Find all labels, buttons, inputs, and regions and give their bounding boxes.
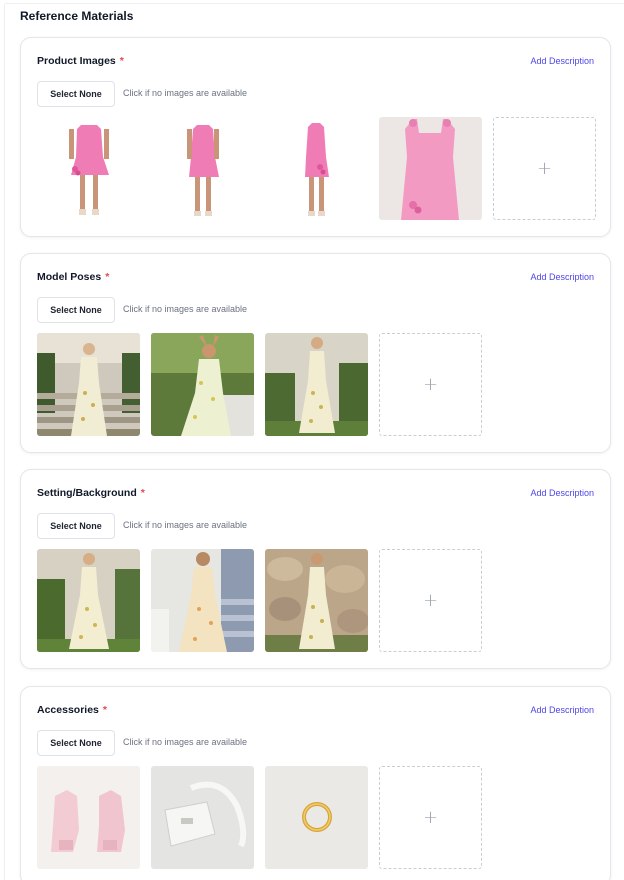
- image-thumbnail-pink-dress-front[interactable]: [37, 117, 140, 220]
- reference-materials-panel: Reference Materials Product Images * Add …: [0, 0, 624, 880]
- plus-icon: +: [422, 807, 439, 828]
- section-setting-background: Setting/Background * Add Description Sele…: [20, 469, 611, 669]
- left-divider: [4, 4, 5, 880]
- image-list: +: [37, 766, 482, 869]
- section-accessories: Accessories * Add Description Select None…: [20, 686, 611, 880]
- required-marker: *: [119, 55, 124, 67]
- image-list: +: [37, 117, 596, 220]
- required-marker: *: [140, 487, 145, 499]
- no-images-hint: Click if no images are available: [123, 304, 248, 314]
- image-thumbnail-pink-dress-back[interactable]: [265, 117, 368, 220]
- add-image-button[interactable]: +: [379, 549, 482, 652]
- section-title: Model Poses *: [37, 271, 109, 283]
- add-image-button[interactable]: +: [379, 766, 482, 869]
- plus-icon: +: [422, 590, 439, 611]
- image-list: +: [37, 549, 482, 652]
- image-thumbnail-pink-dress-side[interactable]: [151, 117, 254, 220]
- add-description-link[interactable]: Add Description: [530, 488, 594, 498]
- add-description-link[interactable]: Add Description: [530, 56, 594, 66]
- section-title-text: Accessories: [37, 704, 99, 716]
- add-image-button[interactable]: +: [493, 117, 596, 220]
- page-title: Reference Materials: [20, 9, 134, 23]
- no-images-hint: Click if no images are available: [123, 520, 248, 530]
- image-thumbnail-floral-dress-garden[interactable]: [265, 333, 368, 436]
- top-divider: [5, 3, 624, 4]
- add-image-button[interactable]: +: [379, 333, 482, 436]
- section-title: Setting/Background *: [37, 487, 145, 499]
- image-thumbnail-white-shoulder-bag[interactable]: [151, 766, 254, 869]
- required-marker: *: [105, 271, 110, 283]
- image-thumbnail-floral-dress-stone-wall[interactable]: [265, 549, 368, 652]
- image-thumbnail-pink-heeled-sandals[interactable]: [37, 766, 140, 869]
- section-product-images: Product Images * Add Description Select N…: [20, 37, 611, 237]
- section-title-text: Setting/Background: [37, 487, 137, 499]
- select-none-button[interactable]: Select None: [37, 297, 115, 323]
- image-thumbnail-floral-dress-garden-steps[interactable]: [37, 549, 140, 652]
- section-title-text: Product Images: [37, 55, 116, 67]
- no-images-hint: Click if no images are available: [123, 737, 248, 747]
- section-title-text: Model Poses: [37, 271, 102, 283]
- image-thumbnail-floral-dress-back-stairs[interactable]: [37, 333, 140, 436]
- image-thumbnail-floral-dress-porch[interactable]: [151, 549, 254, 652]
- no-images-hint: Click if no images are available: [123, 88, 248, 98]
- add-description-link[interactable]: Add Description: [530, 705, 594, 715]
- image-thumbnail-floral-dress-arms-raised[interactable]: [151, 333, 254, 436]
- image-thumbnail-gold-hoop-earring[interactable]: [265, 766, 368, 869]
- image-thumbnail-pink-dress-flatlay[interactable]: [379, 117, 482, 220]
- image-list: +: [37, 333, 482, 436]
- section-model-poses: Model Poses * Add Description Select None…: [20, 253, 611, 453]
- select-none-button[interactable]: Select None: [37, 81, 115, 107]
- required-marker: *: [102, 704, 107, 716]
- select-none-button[interactable]: Select None: [37, 730, 115, 756]
- plus-icon: +: [536, 158, 553, 179]
- add-description-link[interactable]: Add Description: [530, 272, 594, 282]
- plus-icon: +: [422, 374, 439, 395]
- section-title: Product Images *: [37, 55, 124, 67]
- select-none-button[interactable]: Select None: [37, 513, 115, 539]
- section-title: Accessories *: [37, 704, 107, 716]
